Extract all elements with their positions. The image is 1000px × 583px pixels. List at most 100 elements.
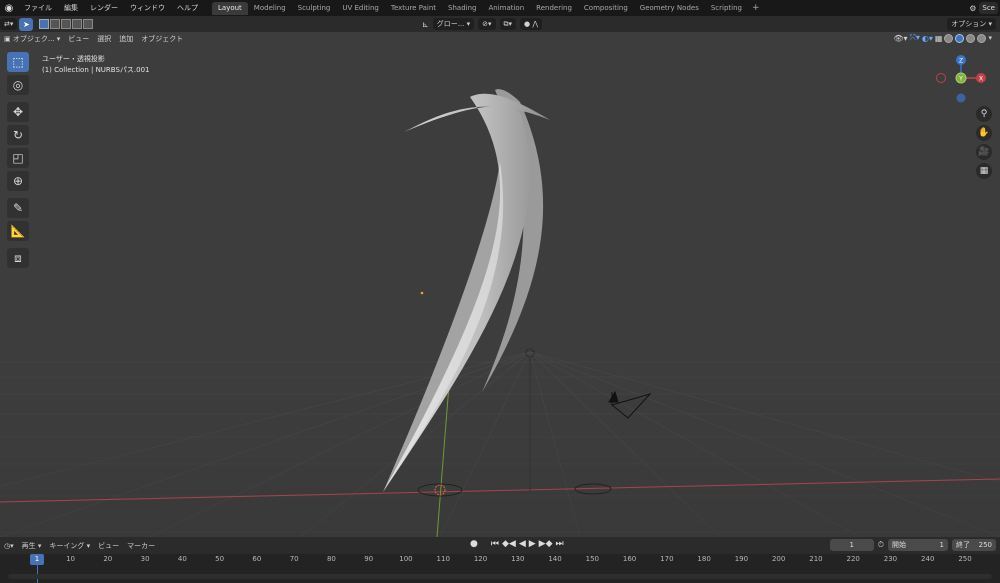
play-icon[interactable]: ▶ [529,539,536,549]
xray-icon[interactable]: ▦ [935,34,943,43]
measure-icon[interactable]: 📐 [7,221,29,241]
ruler-tick: 80 [326,555,336,563]
tab-rendering[interactable]: Rendering [530,2,578,15]
mode-label: オブジェク... [12,35,55,43]
ruler-tick: 140 [548,555,562,563]
wireframe-shading-icon[interactable] [944,33,954,43]
zoom-icon[interactable]: ⚲ [976,106,992,122]
pan-hand-icon[interactable]: ✋ [976,125,992,141]
select-extend-icon[interactable] [50,19,61,29]
tab-modeling[interactable]: Modeling [248,2,292,15]
tab-sculpting[interactable]: Sculpting [292,2,337,15]
tab-scripting[interactable]: Scripting [705,2,748,15]
current-frame-indicator[interactable]: 1 [30,554,44,565]
prev-keyframe-icon[interactable]: ◆◀ [502,539,516,549]
ruler-tick: 160 [622,555,637,563]
tab-compositing[interactable]: Compositing [578,2,634,15]
current-frame-field[interactable]: 1 [829,539,874,551]
3d-viewport[interactable]: ▣ オブジェク... ▾ ビュー 選択 追加 オブジェクト 👁▾ ⤧▾ ◐▾ ▦… [0,32,1000,537]
scene-selector[interactable]: Sce [979,2,998,14]
viewport-scene [0,89,1000,537]
rendered-shading-icon[interactable] [977,33,987,43]
menu-help[interactable]: ヘルプ [171,0,204,16]
jump-end-icon[interactable]: ⏭ [556,539,564,549]
tab-animation[interactable]: Animation [482,2,530,15]
ruler-tick: 70 [289,555,299,563]
select-new-icon[interactable] [39,19,50,29]
add-workspace-button[interactable]: + [748,3,764,13]
move-icon[interactable]: ✥ [7,102,29,122]
timeline-editor-type[interactable]: ◷▾ [0,540,18,552]
timeline-area[interactable]: 10 20 30 40 50 60 70 80 90 100 110 120 130 140 150 160 1… [0,554,1000,583]
pivot-point-dropdown[interactable]: ⊘▾ [478,18,496,30]
scale-icon[interactable]: ◰ [7,148,29,168]
ortho-grid-icon[interactable]: ▦ [976,163,992,179]
collection-info: (1) Collection | NURBSパス.001 [42,66,150,74]
gizmo-icon[interactable]: ⤧▾ [910,33,920,43]
editor-type-button[interactable]: ⇄▾ [0,18,18,30]
tab-layout[interactable]: Layout [212,1,248,15]
menu-playback[interactable]: 再生 ▾ [18,540,46,552]
cursor-icon[interactable]: ◎ [7,75,29,95]
menu-edit[interactable]: 編集 [58,0,84,16]
select-tool-icon[interactable]: ➤ [19,17,34,31]
mode-dropdown[interactable]: ▣ オブジェク... ▾ [0,33,64,45]
select-box-icon[interactable]: ⬚ [7,52,29,72]
rotate-icon[interactable]: ↻ [7,125,29,145]
ruler-tick: 20 [103,555,113,563]
playback-label: 再生 [21,541,36,550]
timeline-scrollbar[interactable] [8,574,992,579]
ruler-tick: 130 [511,555,525,563]
menu-object[interactable]: オブジェクト [137,33,187,45]
menu-keying[interactable]: キーイング ▾ [45,540,94,552]
material-shading-icon[interactable] [966,33,976,43]
transform-orientation-dropdown[interactable]: グロー... ▾ [432,18,475,30]
selection-mode-icons [39,19,94,29]
blender-logo-icon[interactable]: ◉ [0,0,18,16]
start-label: 開始 [892,541,906,549]
menu-render[interactable]: レンダー [84,0,124,16]
menu-window[interactable]: ウィンドウ [124,0,171,16]
ruler-tick: 60 [252,555,262,563]
keying-label: キーイング [49,541,85,550]
view-title: ユーザー・透視投影 [42,55,105,63]
proportional-edit-button[interactable]: ● ⋀ [520,18,543,30]
menu-add[interactable]: 追加 [115,33,137,45]
jump-start-icon[interactable]: ⏮ [491,539,499,549]
record-icon[interactable]: ● [470,539,478,549]
next-keyframe-icon[interactable]: ▶◆ [539,539,553,549]
ruler-tick: 240 [921,555,935,563]
ruler-tick: 200 [771,555,786,563]
menu-file[interactable]: ファイル [18,0,58,16]
tab-texture-paint[interactable]: Texture Paint [385,2,442,15]
visibility-icon[interactable]: 👁▾ [893,34,907,43]
select-intersect-icon[interactable] [83,19,94,29]
ruler-tick: 170 [660,555,674,563]
frame-ruler[interactable]: 10 20 30 40 50 60 70 80 90 100 110 120 130 140 150 160 1… [0,554,1000,566]
clock-icon[interactable]: ⏱ [878,540,884,550]
overlay-icon[interactable]: ◐▾ [922,34,933,43]
menu-select[interactable]: 選択 [93,33,115,45]
tab-shading[interactable]: Shading [442,2,482,15]
add-cube-icon[interactable]: ⧈ [7,248,29,268]
scene-icon[interactable]: ⚙ [969,4,976,13]
solid-shading-icon[interactable] [955,33,965,43]
tab-geometry-nodes[interactable]: Geometry Nodes [634,2,705,15]
end-frame-field[interactable]: 終了 250 [952,539,996,551]
menu-timeline-view[interactable]: ビュー [94,540,123,552]
tab-uv-editing[interactable]: UV Editing [336,2,385,15]
select-invert-icon[interactable] [72,19,83,29]
top-menu-bar: ◉ ファイル 編集 レンダー ウィンドウ ヘルプ Layout Modeling… [0,0,1000,16]
start-frame-field[interactable]: 開始 1 [888,539,948,551]
menu-view[interactable]: ビュー [64,33,93,45]
menu-marker[interactable]: マーカー [123,540,159,552]
options-dropdown[interactable]: オプション ▾ [947,18,996,30]
transform-icon[interactable]: ⊕ [7,171,29,191]
select-subtract-icon[interactable] [61,19,72,29]
snap-dropdown[interactable]: ⧉▾ [499,18,517,30]
shading-dropdown-icon[interactable]: ▾ [988,34,992,42]
timeline-header: ◷▾ 再生 ▾ キーイング ▾ ビュー マーカー ● ⏮ ◆◀ ◀ ▶ ▶◆ ⏭… [0,537,1000,554]
play-reverse-icon[interactable]: ◀ [519,539,526,549]
camera-view-icon[interactable]: 🎥 [976,144,992,160]
annotate-icon[interactable]: ✎ [7,198,29,218]
